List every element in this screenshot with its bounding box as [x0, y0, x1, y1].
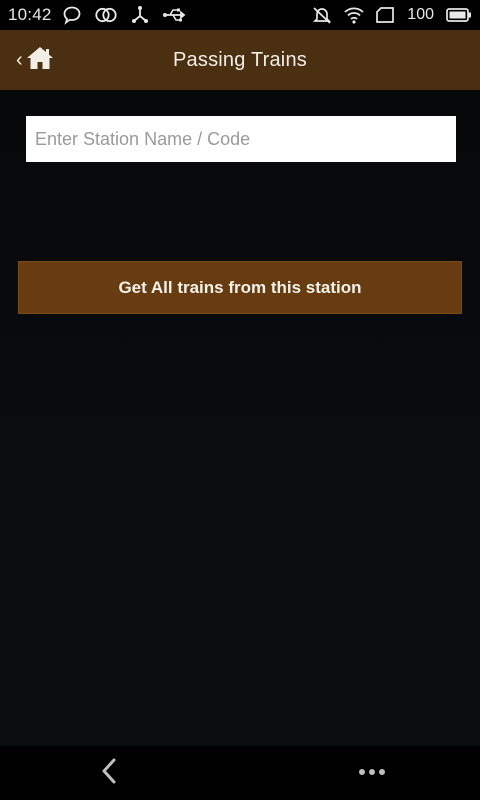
app-bar: ‹ Passing Trains — [0, 30, 480, 90]
more-dots-icon — [357, 764, 387, 782]
nav-back-button[interactable] — [92, 756, 126, 790]
back-chevron-icon: ‹ — [16, 49, 23, 71]
status-time: 10:42 — [8, 5, 52, 24]
wifi-icon — [343, 5, 365, 25]
page-title: Passing Trains — [173, 48, 307, 71]
nav-more-button[interactable] — [352, 756, 392, 790]
passing-trains-screen: 10:42 100 ‹ Passing Trains Enter Station… — [0, 0, 480, 800]
vibrate-off-icon — [311, 5, 333, 25]
get-all-trains-label: Get All trains from this station — [118, 277, 362, 297]
status-system-icons: 100 — [311, 5, 472, 25]
battery-level-text: 100 — [407, 6, 434, 23]
battery-icon — [446, 5, 472, 25]
usb-icon — [162, 5, 188, 25]
chevron-left-icon — [99, 757, 119, 790]
sim-icon — [375, 5, 397, 25]
system-nav-bar — [0, 746, 480, 800]
home-icon — [25, 44, 55, 77]
status-notification-icons — [62, 5, 188, 25]
chat-bubble-icon — [62, 5, 82, 25]
linked-rings-icon — [94, 5, 118, 25]
status-bar: 10:42 100 — [0, 0, 480, 30]
get-all-trains-button[interactable]: Get All trains from this station — [18, 261, 462, 314]
usb-tether-icon — [130, 5, 150, 25]
back-home-button[interactable]: ‹ — [16, 40, 64, 80]
station-search-input[interactable] — [26, 116, 456, 162]
